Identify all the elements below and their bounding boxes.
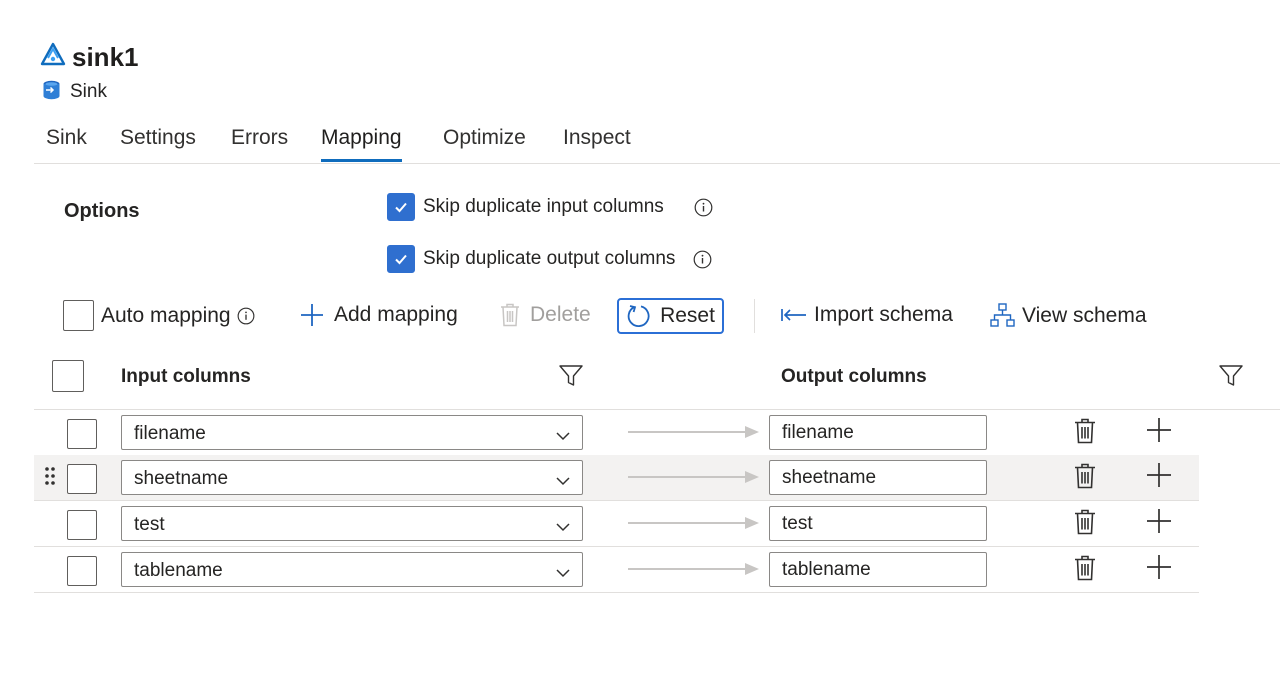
- right-arrow-icon: [628, 425, 760, 444]
- chevron-down-icon: [556, 473, 570, 491]
- skip-duplicate-output-label: Skip duplicate output columns: [423, 248, 676, 269]
- row-checkbox[interactable]: [67, 464, 97, 494]
- input-column-dropdown[interactable]: tablename: [121, 552, 583, 587]
- input-column-value: filename: [134, 423, 206, 444]
- select-all-checkbox[interactable]: [52, 360, 84, 392]
- checkmark-icon: [395, 202, 407, 213]
- add-row-plus-icon[interactable]: [1146, 462, 1172, 493]
- refresh-icon: [627, 305, 650, 327]
- add-mapping-button[interactable]: Add mapping: [300, 303, 458, 327]
- input-column-dropdown[interactable]: filename: [121, 415, 583, 450]
- output-column-input[interactable]: [769, 552, 987, 587]
- chevron-down-icon: [556, 519, 570, 537]
- trash-icon[interactable]: [1074, 463, 1096, 494]
- import-schema-label: Import schema: [814, 303, 953, 326]
- filter-icon[interactable]: [1219, 365, 1243, 392]
- tab-optimize[interactable]: Optimize: [443, 120, 526, 161]
- checkmark-icon: [395, 254, 407, 265]
- data-flow-icon: [40, 42, 66, 73]
- info-icon[interactable]: [693, 250, 712, 269]
- add-mapping-label: Add mapping: [334, 303, 458, 326]
- right-arrow-icon: [628, 562, 760, 581]
- mapping-row: sheetname: [34, 455, 1199, 501]
- plus-icon: [301, 304, 323, 326]
- sink-database-icon: [43, 80, 60, 105]
- tab-sink[interactable]: Sink: [46, 120, 87, 161]
- trash-icon[interactable]: [1074, 418, 1096, 449]
- input-column-value: sheetname: [134, 468, 229, 489]
- skip-duplicate-output-row: Skip duplicate output columns: [387, 245, 712, 273]
- mapping-grid-header: Input columns Output columns: [34, 346, 1280, 410]
- add-row-plus-icon[interactable]: [1146, 508, 1172, 539]
- mapping-row: filename: [34, 410, 1199, 456]
- input-column-value: tablename: [134, 560, 223, 581]
- subtitle-row: Sink: [43, 80, 107, 105]
- skip-duplicate-output-checkbox[interactable]: [387, 245, 415, 273]
- page-title: sink1: [72, 41, 139, 72]
- right-arrow-icon: [628, 516, 760, 535]
- input-columns-header: Input columns: [121, 366, 251, 387]
- view-schema-label: View schema: [1022, 303, 1147, 327]
- output-columns-header: Output columns: [781, 366, 927, 387]
- import-schema-button[interactable]: Import schema: [781, 303, 953, 327]
- row-checkbox[interactable]: [67, 419, 97, 449]
- reset-label: Reset: [660, 304, 715, 327]
- drag-handle-icon[interactable]: [44, 466, 56, 491]
- page-subtitle: Sink: [70, 81, 107, 102]
- tab-inspect[interactable]: Inspect: [563, 120, 631, 161]
- reset-button[interactable]: Reset: [617, 298, 724, 334]
- auto-mapping-toggle: Auto mapping: [63, 300, 256, 331]
- auto-mapping-checkbox[interactable]: [63, 300, 94, 331]
- toolbar-divider: [754, 299, 755, 333]
- hierarchy-icon: [990, 303, 1015, 327]
- input-column-value: test: [134, 514, 165, 535]
- chevron-down-icon: [556, 428, 570, 446]
- add-row-plus-icon[interactable]: [1146, 417, 1172, 448]
- delete-label: Delete: [530, 303, 591, 326]
- tab-mapping[interactable]: Mapping: [321, 120, 402, 162]
- mapping-row: test: [34, 501, 1199, 547]
- title-row: sink1: [40, 42, 139, 72]
- output-column-input[interactable]: [769, 415, 987, 450]
- right-arrow-icon: [628, 470, 760, 489]
- tab-errors[interactable]: Errors: [231, 120, 288, 161]
- row-checkbox[interactable]: [67, 510, 97, 540]
- tab-bar: Sink Settings Errors Mapping Optimize In…: [34, 120, 1280, 164]
- options-label: Options: [64, 200, 140, 222]
- trash-icon[interactable]: [1074, 555, 1096, 586]
- trash-icon[interactable]: [1074, 509, 1096, 540]
- trash-icon: [501, 303, 519, 327]
- filter-icon[interactable]: [559, 365, 583, 392]
- add-row-plus-icon[interactable]: [1146, 554, 1172, 585]
- tab-settings[interactable]: Settings: [120, 120, 196, 161]
- skip-duplicate-input-row: Skip duplicate input columns: [387, 193, 713, 221]
- mapping-row: tablename: [34, 547, 1199, 593]
- info-icon[interactable]: [237, 306, 256, 325]
- skip-duplicate-input-label: Skip duplicate input columns: [423, 196, 664, 217]
- input-column-dropdown[interactable]: sheetname: [121, 460, 583, 495]
- input-column-dropdown[interactable]: test: [121, 506, 583, 541]
- info-icon[interactable]: [694, 198, 713, 217]
- auto-mapping-label: Auto mapping: [101, 303, 231, 327]
- import-arrow-icon: [781, 309, 806, 321]
- skip-duplicate-input-checkbox[interactable]: [387, 193, 415, 221]
- delete-button[interactable]: Delete: [500, 303, 591, 327]
- row-checkbox[interactable]: [67, 556, 97, 586]
- view-schema-button[interactable]: View schema: [990, 303, 1147, 328]
- chevron-down-icon: [556, 565, 570, 583]
- output-column-input[interactable]: [769, 506, 987, 541]
- output-column-input[interactable]: [769, 460, 987, 495]
